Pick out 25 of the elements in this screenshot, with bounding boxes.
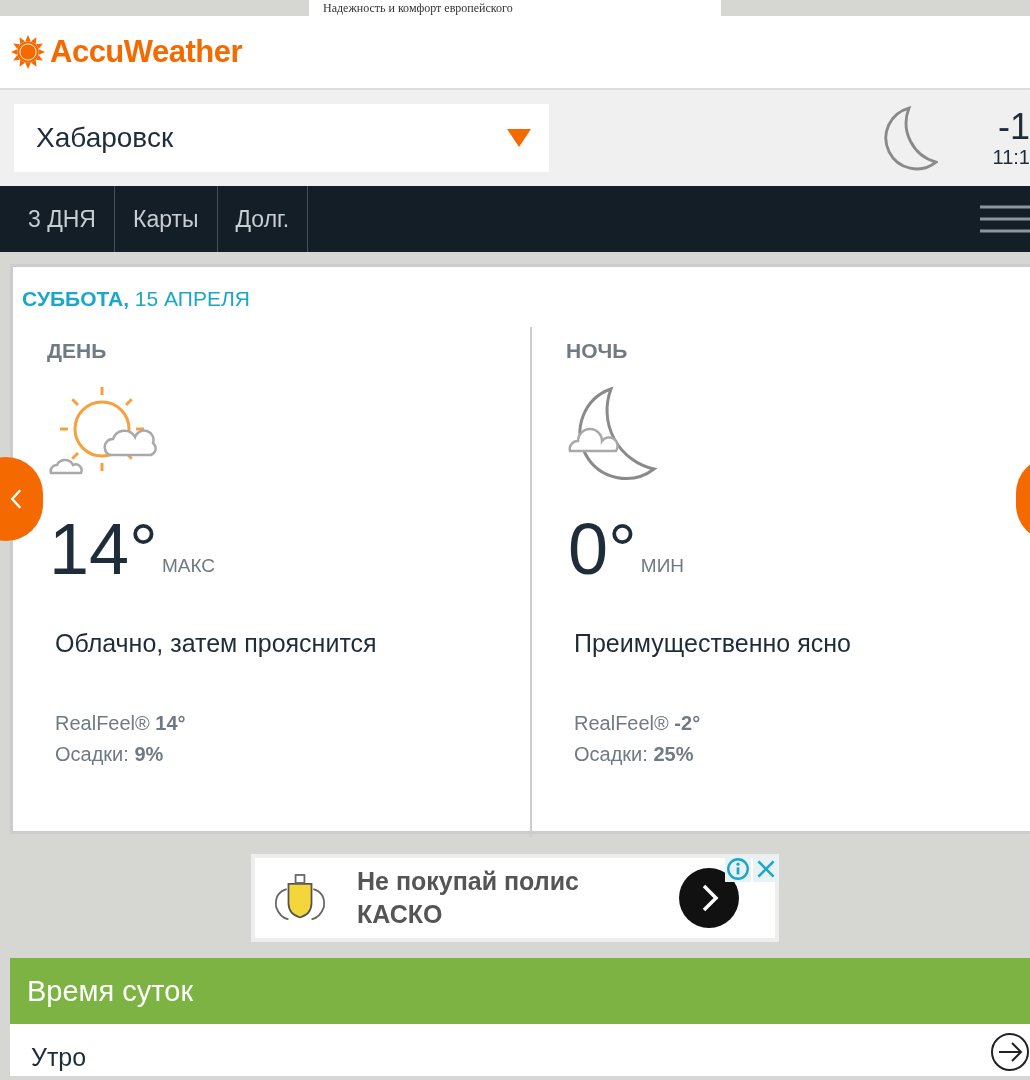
ad-headline: КАСКО	[357, 899, 444, 930]
realfeel-text: RealFeel® -2°	[574, 712, 702, 735]
ad-headline: Не покупай полис	[357, 866, 579, 897]
temperature-label: МАКС	[161, 555, 215, 577]
temperature: 14°	[49, 513, 158, 585]
temperature-label: МИН	[640, 555, 685, 577]
current-time: 11:1	[992, 145, 1030, 169]
weather-phrase: Облачно, затем прояснится	[55, 629, 378, 658]
location-dropdown[interactable]: Хабаровск	[14, 104, 549, 172]
precipitation-text: Осадки: 9%	[55, 743, 165, 766]
banner-text: Надежность и комфорт европейского	[309, 0, 721, 16]
nav-tab[interactable]: Карты	[115, 186, 218, 252]
nav-tab[interactable]: Долг.	[217, 186, 309, 252]
ad-banner[interactable]: Не покупай полис КАСКО	[251, 854, 779, 942]
nav-tab[interactable]: 3 ДНЯ	[0, 186, 115, 252]
temperature: 0°	[568, 513, 637, 585]
current-temperature: -1	[998, 107, 1030, 146]
panel-heading: НОЧЬ	[566, 339, 629, 363]
section-title: Время суток	[27, 974, 194, 1008]
weather-phrase: Преимущественно ясно	[574, 629, 852, 658]
forecast-date: СУББОТА, 15 АПРЕЛЯ	[21, 286, 251, 311]
logo-text: AccuWeather	[50, 34, 243, 70]
realfeel-text: RealFeel® 14°	[55, 712, 187, 735]
panel-heading: ДЕНЬ	[47, 339, 108, 363]
precipitation-text: Осадки: 25%	[574, 743, 695, 766]
